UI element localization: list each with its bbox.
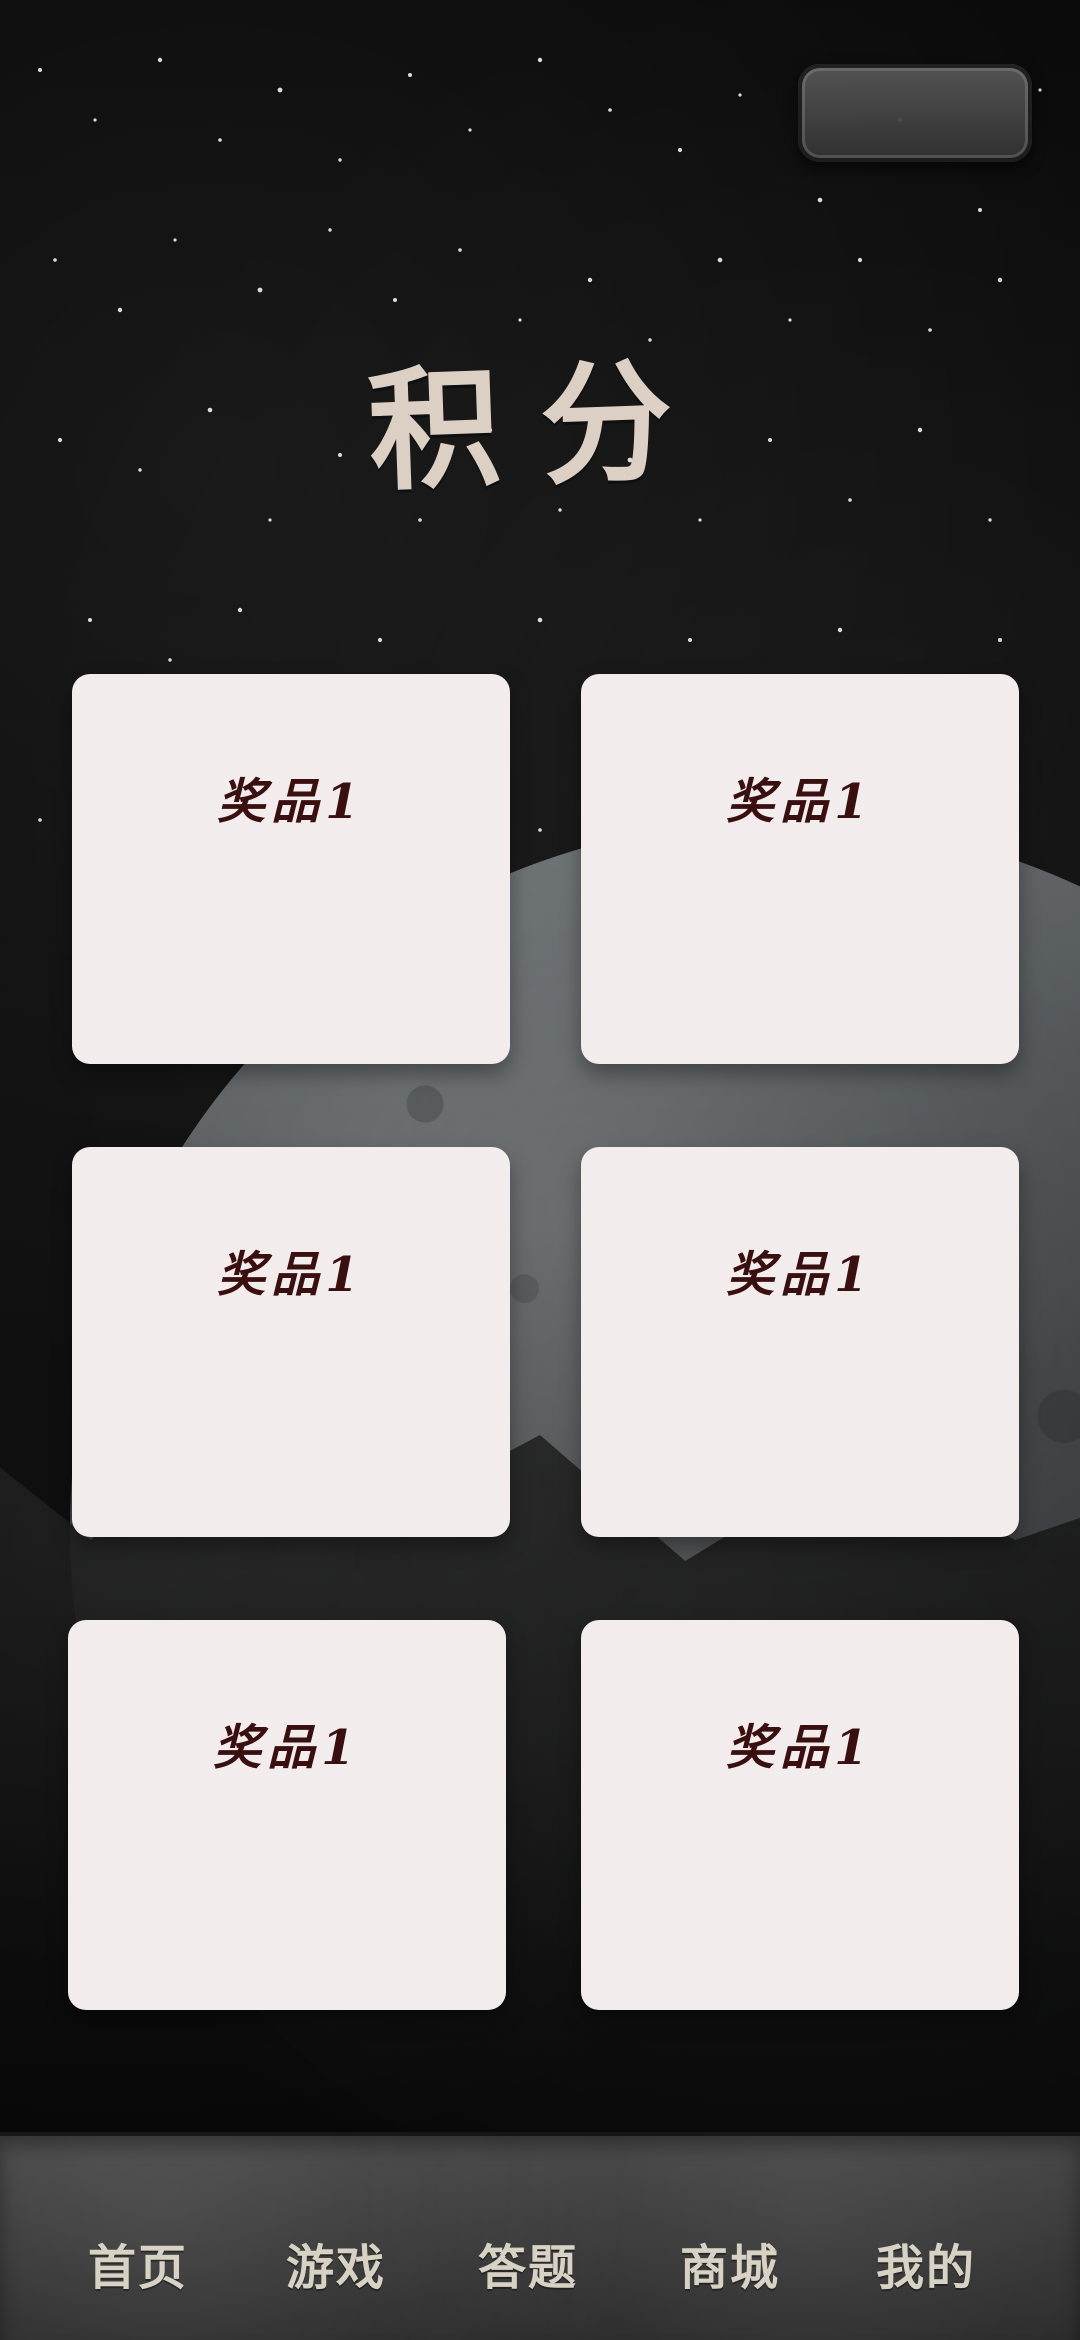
- reward-card[interactable]: 奖品1: [72, 1147, 510, 1537]
- top-right-pill-button[interactable]: [798, 64, 1032, 162]
- reward-card-title: 奖品1: [726, 1720, 874, 1776]
- reward-card-title: 奖品1: [726, 1247, 874, 1303]
- nav-item-home[interactable]: 首页: [58, 2228, 218, 2298]
- reward-card[interactable]: 奖品1: [581, 1620, 1019, 2010]
- nav-item-games[interactable]: 游戏: [256, 2228, 416, 2298]
- bottom-navigation: 首页 游戏 答题 商城 我的: [0, 2132, 1080, 2340]
- page-title: 积分: [365, 344, 715, 510]
- reward-card-title: 奖品1: [217, 1247, 365, 1303]
- reward-card-title: 奖品1: [213, 1720, 361, 1776]
- reward-card-title: 奖品1: [726, 774, 874, 830]
- nav-item-shop[interactable]: 商城: [650, 2228, 810, 2298]
- reward-card[interactable]: 奖品1: [68, 1620, 506, 2010]
- reward-card[interactable]: 奖品1: [72, 674, 510, 1064]
- reward-card[interactable]: 奖品1: [581, 674, 1019, 1064]
- nav-item-quiz[interactable]: 答题: [448, 2228, 608, 2298]
- reward-card[interactable]: 奖品1: [581, 1147, 1019, 1537]
- reward-card-title: 奖品1: [217, 774, 365, 830]
- nav-item-me[interactable]: 我的: [846, 2228, 1006, 2298]
